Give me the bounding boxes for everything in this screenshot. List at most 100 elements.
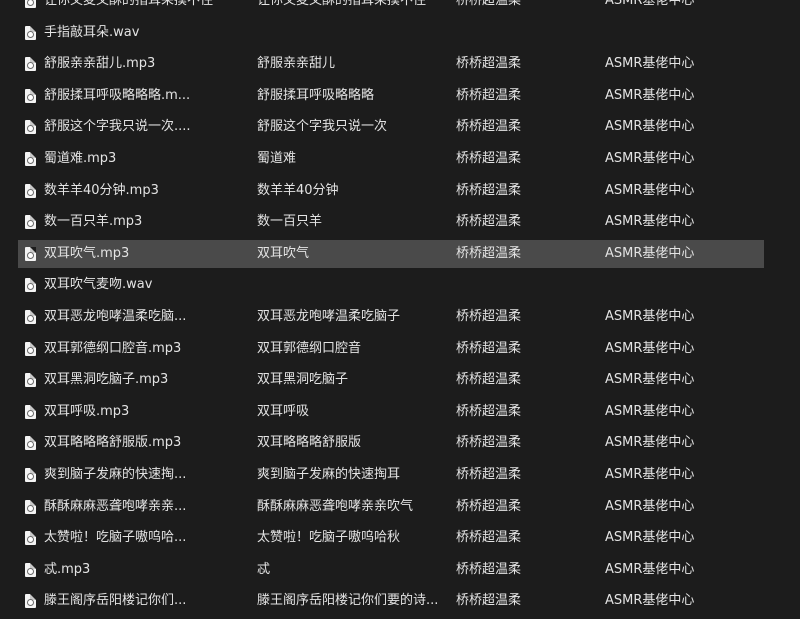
file-name: 双耳略略略舒服版.mp3 xyxy=(44,435,182,451)
album-cell: ASMR基佬中心 xyxy=(605,87,695,103)
file-row[interactable]: 数一百只羊.mp3 数一百只羊 桥桥超温柔 ASMR基佬中心 xyxy=(18,208,764,236)
artist-cell: 桥桥超温柔 xyxy=(456,403,522,419)
artist-cell: 桥桥超温柔 xyxy=(456,435,522,451)
title-cell: 让你又麦又酥的指耳朵摸不住 xyxy=(257,0,427,8)
audio-file-icon xyxy=(25,246,36,261)
title-cell xyxy=(257,271,447,299)
artist-cell: 桥桥超温柔 xyxy=(456,245,522,261)
audio-file-icon xyxy=(25,436,36,451)
audio-file-icon xyxy=(25,341,36,356)
file-name: 滕王阁序岳阳楼记你们... xyxy=(44,593,187,609)
file-row[interactable]: 让你又麦又酥的指耳朵摸不住 让你又麦又酥的指耳朵摸不住 桥桥超温柔 ASMR基佬中心 xyxy=(18,0,764,15)
album-cell: ASMR基佬中心 xyxy=(605,340,695,356)
title-cell: 舒服亲亲甜儿 xyxy=(257,56,336,72)
file-row[interactable]: 酥酥麻麻恶聋咆哮亲亲... 酥酥麻麻恶聋咆哮亲亲吹气 桥桥超温柔 ASMR基佬中心 xyxy=(18,493,764,521)
artist-cell: 桥桥超温柔 xyxy=(456,467,522,482)
artist-cell: 桥桥超温柔 xyxy=(456,593,522,609)
file-row[interactable]: 双耳吹气麦吻.wav xyxy=(18,271,764,299)
album-cell: ASMR基佬中心 xyxy=(605,561,695,577)
file-name: 双耳黑洞吃脑子.mp3 xyxy=(44,372,169,388)
album-cell: ASMR基佬中心 xyxy=(605,372,695,388)
file-row[interactable]: 双耳恶龙咆哮温柔吃脑... 双耳恶龙咆哮温柔吃脑子 桥桥超温柔 ASMR基佬中心 xyxy=(18,303,764,331)
file-list: 让你又麦又酥的指耳朵摸不住 让你又麦又酥的指耳朵摸不住 桥桥超温柔 ASMR基佬中心手… xyxy=(0,0,800,619)
file-row[interactable]: 双耳黑洞吃脑子.mp3 双耳黑洞吃脑子 桥桥超温柔 ASMR基佬中心 xyxy=(18,366,764,394)
album-cell: ASMR基佬中心 xyxy=(605,498,695,514)
title-cell: 滕王阁序岳阳楼记你们要的诗... xyxy=(257,593,439,609)
file-row[interactable]: 双耳略略略舒服版.mp3 双耳略略略舒服版 桥桥超温柔 ASMR基佬中心 xyxy=(18,429,764,457)
file-name: 让你又麦又酥的指耳朵摸不住 xyxy=(44,0,214,8)
title-cell: 数羊羊40分钟 xyxy=(257,182,339,198)
artist-cell xyxy=(456,19,596,47)
audio-file-icon xyxy=(25,120,36,135)
album-cell: ASMR基佬中心 xyxy=(605,593,695,609)
audio-file-icon xyxy=(25,373,36,388)
file-row[interactable]: 滕王阁序岳阳楼记你们... 滕王阁序岳阳楼记你们要的诗... 桥桥超温柔 ASMR基佬… xyxy=(18,587,764,615)
file-row[interactable]: 双耳呼吸.mp3 双耳呼吸 桥桥超温柔 ASMR基佬中心 xyxy=(18,398,764,426)
file-row[interactable]: 忒.mp3 忒 桥桥超温柔 ASMR基佬中心 xyxy=(18,556,764,584)
title-cell: 舒服揉耳呼吸略略略 xyxy=(257,87,375,103)
artist-cell: 桥桥超温柔 xyxy=(456,498,522,514)
title-cell xyxy=(257,19,447,47)
title-cell: 双耳略略略舒服版 xyxy=(257,435,362,451)
title-cell: 忒 xyxy=(257,561,271,577)
artist-cell: 桥桥超温柔 xyxy=(456,151,522,166)
file-row[interactable]: 蜀道难.mp3 蜀道难 桥桥超温柔 ASMR基佬中心 xyxy=(18,145,764,173)
title-cell: 爽到脑子发麻的快速掏耳 xyxy=(257,467,401,482)
file-name: 舒服亲亲甜儿.mp3 xyxy=(44,56,156,72)
file-row[interactable]: 双耳郭德纲口腔音.mp3 双耳郭德纲口腔音 桥桥超温柔 ASMR基佬中心 xyxy=(18,335,764,363)
album-cell: ASMR基佬中心 xyxy=(605,0,695,8)
audio-file-icon xyxy=(25,215,36,230)
file-name: 双耳呼吸.mp3 xyxy=(44,403,130,419)
audio-file-icon xyxy=(25,88,36,103)
audio-file-icon xyxy=(25,183,36,198)
artist-cell: 桥桥超温柔 xyxy=(456,182,522,198)
album-cell xyxy=(605,19,755,47)
file-row[interactable]: 手指敲耳朵.wav xyxy=(18,19,764,47)
album-cell: ASMR基佬中心 xyxy=(605,56,695,72)
file-name: 忒.mp3 xyxy=(44,561,91,577)
audio-file-icon xyxy=(25,468,36,482)
album-cell: ASMR基佬中心 xyxy=(605,182,695,198)
title-cell: 数一百只羊 xyxy=(257,214,323,230)
artist-cell: 桥桥超温柔 xyxy=(456,0,522,8)
artist-cell: 桥桥超温柔 xyxy=(456,530,522,546)
file-name: 酥酥麻麻恶聋咆哮亲亲... xyxy=(44,498,187,514)
audio-file-icon xyxy=(25,57,36,72)
audio-file-icon xyxy=(25,152,36,166)
album-cell: ASMR基佬中心 xyxy=(605,435,695,451)
audio-file-icon xyxy=(25,25,36,40)
audio-file-icon xyxy=(25,0,36,8)
file-row[interactable]: 太赞啦！吃脑子嗷呜哈... 太赞啦！吃脑子嗷呜哈秋 桥桥超温柔 ASMR基佬中心 xyxy=(18,524,764,552)
audio-file-icon xyxy=(25,531,36,546)
title-cell: 双耳郭德纲口腔音 xyxy=(257,340,362,356)
file-name: 数羊羊40分钟.mp3 xyxy=(44,182,159,198)
title-cell: 太赞啦！吃脑子嗷呜哈秋 xyxy=(257,530,401,546)
artist-cell: 桥桥超温柔 xyxy=(456,56,522,72)
artist-cell: 桥桥超温柔 xyxy=(456,340,522,356)
audio-file-icon xyxy=(25,310,36,324)
album-cell: ASMR基佬中心 xyxy=(605,309,695,324)
artist-cell: 桥桥超温柔 xyxy=(456,372,522,388)
file-name: 舒服揉耳呼吸略略略.m... xyxy=(44,87,191,103)
title-cell: 双耳黑洞吃脑子 xyxy=(257,372,349,388)
file-name: 太赞啦！吃脑子嗷呜哈... xyxy=(44,530,187,546)
file-name: 蜀道难.mp3 xyxy=(44,151,117,166)
file-row[interactable]: 数羊羊40分钟.mp3 数羊羊40分钟 桥桥超温柔 ASMR基佬中心 xyxy=(18,177,764,205)
audio-file-icon xyxy=(25,278,36,293)
file-row[interactable]: 爽到脑子发麻的快速掏... 爽到脑子发麻的快速掏耳 桥桥超温柔 ASMR基佬中心 xyxy=(18,461,764,489)
file-row[interactable]: 舒服亲亲甜儿.mp3 舒服亲亲甜儿 桥桥超温柔 ASMR基佬中心 xyxy=(18,50,764,78)
album-cell: ASMR基佬中心 xyxy=(605,403,695,419)
file-name: 数一百只羊.mp3 xyxy=(44,214,143,230)
album-cell: ASMR基佬中心 xyxy=(605,214,695,230)
file-row[interactable]: 舒服这个字我只说一次.... 舒服这个字我只说一次 桥桥超温柔 ASMR基佬中心 xyxy=(18,113,764,141)
file-row[interactable]: 舒服揉耳呼吸略略略.m... 舒服揉耳呼吸略略略 桥桥超温柔 ASMR基佬中心 xyxy=(18,82,764,110)
file-name: 手指敲耳朵.wav xyxy=(44,24,140,40)
artist-cell: 桥桥超温柔 xyxy=(456,119,522,135)
audio-file-icon xyxy=(25,594,36,609)
artist-cell: 桥桥超温柔 xyxy=(456,561,522,577)
artist-cell: 桥桥超温柔 xyxy=(456,214,522,230)
title-cell: 蜀道难 xyxy=(257,151,297,166)
album-cell: ASMR基佬中心 xyxy=(605,151,695,166)
file-name: 双耳恶龙咆哮温柔吃脑... xyxy=(44,309,187,324)
file-row[interactable]: 双耳吹气.mp3 双耳吹气 桥桥超温柔 ASMR基佬中心 xyxy=(18,239,764,268)
